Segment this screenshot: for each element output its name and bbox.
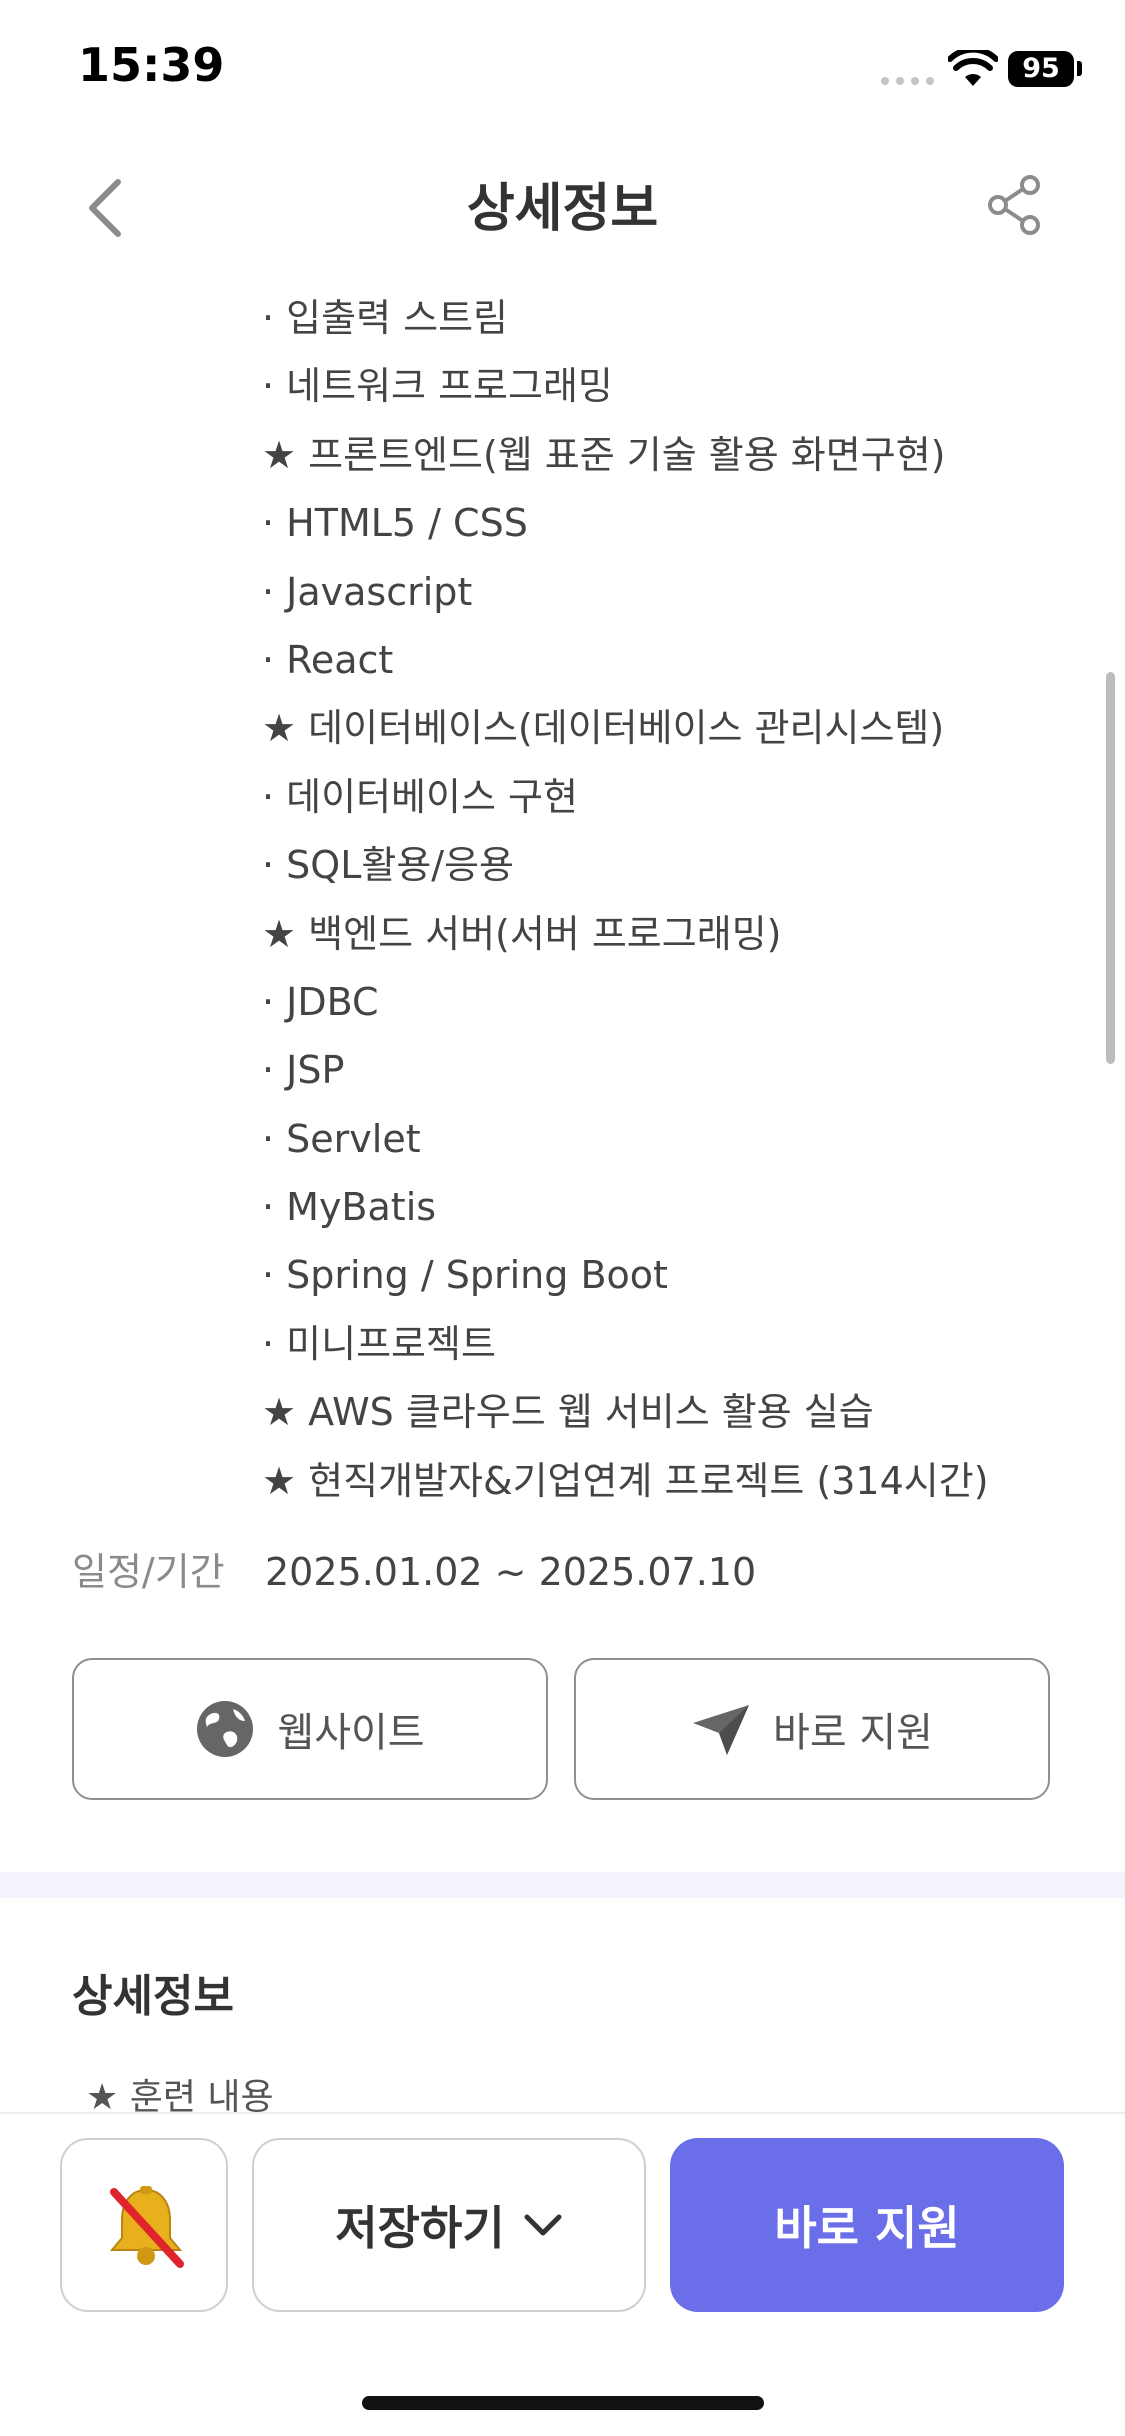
curriculum-item: · JDBC <box>262 979 379 1024</box>
status-bar: 15:39 95 <box>0 0 1125 140</box>
curriculum-item: · Spring / Spring Boot <box>262 1253 668 1298</box>
apply-now-button[interactable]: 바로 지원 <box>670 2138 1064 2312</box>
share-icon[interactable] <box>986 174 1042 236</box>
battery-indicator: 95 <box>1008 51 1074 87</box>
curriculum-item: · HTML5 / CSS <box>262 501 528 546</box>
globe-icon <box>197 1701 254 1757</box>
save-label: 저장하기 <box>335 2201 505 2255</box>
website-label: 웹사이트 <box>277 1710 425 1756</box>
status-time: 15:39 <box>78 38 225 92</box>
curriculum-list: · 입출력 스트림 · 네트워크 프로그래밍 ★ 프론트엔드(웹 표준 기술 활… <box>262 284 1082 1515</box>
curriculum-item: ★ 현직개발자&기업연계 프로젝트 (314시간) <box>262 1458 989 1503</box>
wifi-icon <box>948 50 998 86</box>
curriculum-item: ★ 백엔드 서버(서버 프로그래밍) <box>262 911 782 956</box>
job-detail-screen: 15:39 95 상세정보 · 입출력 스트림 · 네트워크 프로그래밍 ★ 프… <box>0 0 1125 2436</box>
curriculum-item: · SQL활용/응용 <box>262 843 515 888</box>
curriculum-item: · MyBatis <box>262 1185 437 1230</box>
paper-plane-icon <box>693 1705 750 1755</box>
chevron-down-icon <box>524 2214 562 2236</box>
cellular-signal-icon <box>881 77 934 85</box>
curriculum-item: · Servlet <box>262 1116 421 1161</box>
apply-now-label: 바로 지원 <box>773 1710 933 1756</box>
notification-toggle-button[interactable] <box>60 2138 228 2312</box>
bottom-action-bar: 저장하기 바로 지원 <box>0 2112 1125 2436</box>
website-button[interactable]: 웹사이트 <box>72 1658 548 1800</box>
battery-nub <box>1077 61 1082 76</box>
section-divider <box>0 1872 1125 1898</box>
apply-now-button-label: 바로 지원 <box>774 2201 960 2255</box>
schedule-label: 일정/기간 <box>72 1550 225 1594</box>
scrollbar[interactable] <box>1106 672 1115 1064</box>
nav-header: 상세정보 <box>0 140 1125 270</box>
schedule-value: 2025.01.02 ~ 2025.07.10 <box>265 1550 757 1594</box>
curriculum-item: · JSP <box>262 1048 345 1093</box>
schedule-row: 일정/기간 2025.01.02 ~ 2025.07.10 <box>72 1540 756 1604</box>
curriculum-item: · 데이터베이스 구현 <box>262 774 578 819</box>
curriculum-item: · 네트워크 프로그래밍 <box>262 364 613 409</box>
curriculum-item: ★ 데이터베이스(데이터베이스 관리시스템) <box>262 706 945 751</box>
detail-section-title: 상세정보 <box>72 1971 234 2022</box>
home-indicator[interactable] <box>362 2396 764 2410</box>
curriculum-item: · 입출력 스트림 <box>262 296 508 340</box>
page-title: 상세정보 <box>466 179 659 239</box>
save-button[interactable]: 저장하기 <box>252 2138 646 2312</box>
apply-now-outline-button[interactable]: 바로 지원 <box>574 1658 1050 1800</box>
bell-off-icon <box>109 2186 184 2268</box>
curriculum-item: ★ 프론트엔드(웹 표준 기술 활용 화면구현) <box>262 432 946 477</box>
curriculum-item: ★ AWS 클라우드 웹 서비스 활용 실습 <box>262 1390 874 1435</box>
curriculum-item: · Javascript <box>262 569 473 614</box>
curriculum-item: · 미니프로젝트 <box>262 1321 496 1366</box>
curriculum-item: · React <box>262 637 394 682</box>
